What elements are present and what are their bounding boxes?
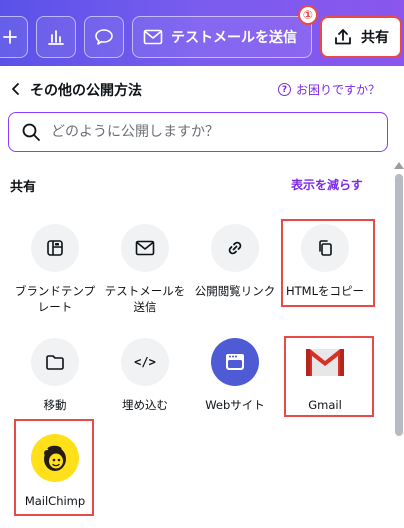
tile-move[interactable]: 移動 bbox=[11, 338, 99, 413]
search-box[interactable] bbox=[8, 112, 388, 152]
section-title: 共有 bbox=[10, 180, 37, 195]
add-button[interactable] bbox=[0, 16, 28, 58]
bar-chart-icon bbox=[48, 30, 64, 45]
brand-template-icon bbox=[47, 240, 63, 256]
search-input[interactable] bbox=[51, 124, 371, 140]
tile-website[interactable]: Webサイト bbox=[191, 338, 279, 413]
send-test-email-button[interactable]: テストメールを送信 bbox=[132, 16, 312, 58]
comment-button[interactable] bbox=[84, 16, 124, 58]
website-icon bbox=[226, 354, 244, 370]
tile-label: 埋め込む bbox=[122, 398, 168, 412]
comment-icon bbox=[95, 29, 113, 45]
search-icon bbox=[22, 123, 40, 141]
highlight-box-copy-html bbox=[281, 219, 375, 307]
envelope-icon bbox=[135, 240, 155, 256]
tile-label: Webサイト bbox=[205, 398, 265, 412]
share-label: 共有 bbox=[361, 30, 389, 46]
tile-brand-template[interactable]: ブランドテンプレート bbox=[11, 224, 99, 315]
folder-icon bbox=[46, 355, 64, 370]
tile-label: 移動 bbox=[43, 398, 67, 412]
scrollbar[interactable] bbox=[394, 162, 404, 528]
share-upload-icon bbox=[335, 29, 351, 45]
highlight-box-gmail bbox=[284, 336, 374, 417]
tile-embed[interactable]: </> 埋め込む bbox=[101, 338, 189, 413]
insights-button[interactable] bbox=[36, 16, 76, 58]
embed-icon: </> bbox=[134, 355, 156, 369]
top-toolbar: テストメールを送信 共有 ① bbox=[0, 0, 404, 66]
help-label: お困りですか？ bbox=[296, 83, 381, 97]
tile-label: 公開閲覧リンク bbox=[194, 284, 276, 298]
share-button[interactable]: 共有 bbox=[320, 16, 402, 58]
help-link[interactable]: ? お困りですか？ bbox=[278, 81, 380, 98]
scroll-up-arrow-icon[interactable] bbox=[394, 162, 404, 169]
tile-send-test-email[interactable]: テストメールを送信 bbox=[101, 224, 189, 315]
envelope-icon bbox=[143, 29, 163, 45]
help-icon: ? bbox=[278, 83, 291, 96]
link-icon bbox=[228, 241, 242, 255]
show-less-link[interactable]: 表示を減らす bbox=[291, 176, 363, 193]
send-test-email-label: テストメールを送信 bbox=[171, 30, 297, 46]
tile-label: テストメールを送信 bbox=[104, 284, 186, 314]
plus-icon bbox=[3, 30, 17, 44]
scrollbar-thumb[interactable] bbox=[395, 174, 403, 436]
highlight-box-mailchimp bbox=[14, 419, 94, 516]
back-chevron-icon[interactable] bbox=[8, 80, 24, 98]
step-number-badge: ① bbox=[298, 5, 318, 25]
tile-public-view-link[interactable]: 公開閲覧リンク bbox=[191, 224, 279, 299]
tile-label: ブランドテンプレート bbox=[14, 284, 96, 314]
panel-title: その他の公開方法 bbox=[30, 83, 142, 99]
